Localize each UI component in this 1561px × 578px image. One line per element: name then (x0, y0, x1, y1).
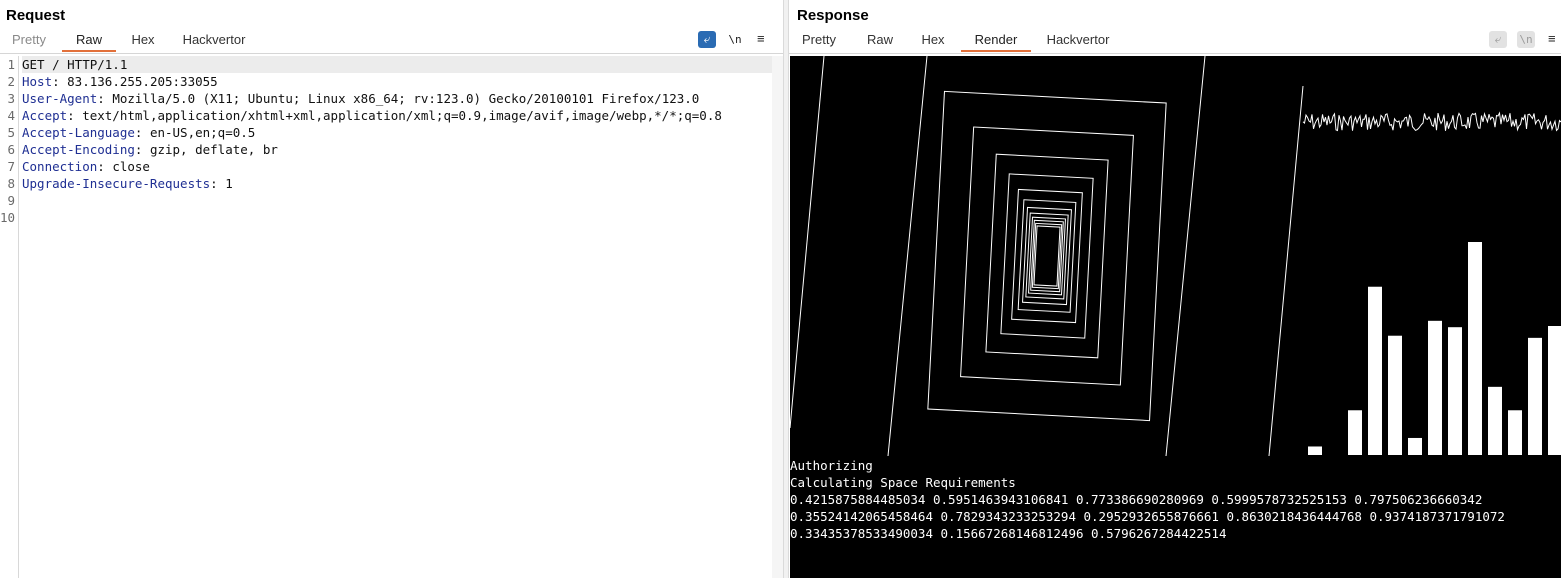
waveform-line (1302, 111, 1561, 132)
frame-line (1165, 56, 1206, 456)
tunnel-rect (985, 153, 1109, 359)
line-number: 1 (7, 57, 15, 72)
output-line: 0.4215875884485034 0.5951463943106841 0.… (790, 492, 1483, 507)
response-title: Response (797, 7, 869, 24)
bar (1448, 327, 1462, 455)
request-scrollbar[interactable] (772, 56, 783, 578)
request-title: Request (6, 7, 66, 24)
header-key: Connection (22, 159, 98, 174)
line-number: 6 (7, 142, 15, 157)
header-value: : Mozilla/5.0 (X11; Ubuntu; Linux x86_64… (97, 91, 700, 106)
header-key: Accept (22, 108, 68, 123)
line-number: 3 (7, 91, 15, 106)
bar (1368, 286, 1382, 455)
tunnel-rect (927, 90, 1167, 422)
bar (1528, 337, 1542, 455)
response-tab-hackvertor[interactable]: Hackvertor (1043, 30, 1113, 52)
header-key: Host (22, 74, 53, 89)
render-view: Authorizing Calculating Space Requiremen… (790, 56, 1561, 578)
tab-divider (789, 53, 1561, 54)
header-value: : text/html,application/xhtml+xml,applic… (67, 108, 722, 123)
header-line[interactable]: Accept: text/html,application/xhtml+xml,… (22, 107, 772, 124)
line-number-gutter: 1 2 3 4 5 6 7 8 9 10 (0, 56, 19, 578)
header-value: : 83.136.255.205:33055 (52, 74, 218, 89)
header-line[interactable]: Host: 83.136.255.205:33055 (22, 73, 772, 90)
header-line[interactable]: Upgrade-Insecure-Requests: 1 (22, 175, 772, 192)
tunnel-rect (1033, 225, 1061, 287)
bar (1408, 437, 1422, 455)
request-pane: Request Pretty Raw Hex Hackvertor ⤶ \n ≡… (0, 0, 783, 578)
output-line: 0.35524142065458464 0.7829343233253294 0… (790, 509, 1505, 524)
bar (1348, 410, 1362, 455)
output-line: Calculating Space Requirements (790, 475, 1016, 490)
line-number: 8 (7, 176, 15, 191)
header-value: : en-US,en;q=0.5 (134, 125, 256, 140)
bar (1508, 410, 1522, 455)
request-tab-pretty[interactable]: Pretty (6, 30, 52, 52)
header-line[interactable]: Connection: close (22, 158, 772, 175)
bar (1548, 326, 1561, 455)
request-line-text: GET / HTTP/1.1 (22, 57, 128, 72)
output-line: Authorizing (790, 458, 873, 473)
bar (1488, 386, 1502, 455)
frame-line (1268, 85, 1304, 456)
bar (1468, 242, 1482, 455)
output-line: 0.33435378533490034 0.15667268146812496 … (790, 526, 1227, 541)
wrap-lines-icon[interactable]: ⤶ (698, 31, 716, 48)
menu-icon[interactable]: ≡ (1548, 31, 1556, 46)
header-line[interactable]: Accept-Language: en-US,en;q=0.5 (22, 124, 772, 141)
rendered-animation-canvas (790, 56, 1561, 456)
request-editor[interactable]: GET / HTTP/1.1 Host: 83.136.255.205:3305… (22, 56, 772, 226)
line-number: 9 (7, 193, 15, 208)
header-value: : gzip, deflate, br (134, 142, 278, 157)
request-tab-hex[interactable]: Hex (124, 30, 162, 52)
request-line[interactable]: GET / HTTP/1.1 (22, 56, 772, 73)
show-newlines-button[interactable]: \n (726, 31, 744, 48)
header-line[interactable]: User-Agent: Mozilla/5.0 (X11; Ubuntu; Li… (22, 90, 772, 107)
request-tab-hackvertor[interactable]: Hackvertor (176, 30, 252, 52)
line-number: 5 (7, 125, 15, 140)
bar (1388, 335, 1402, 455)
response-tab-render[interactable]: Render (961, 30, 1031, 52)
show-newlines-button[interactable]: \n (1517, 31, 1535, 48)
header-key: Upgrade-Insecure-Requests (22, 176, 211, 191)
line-number: 2 (7, 74, 15, 89)
header-value: : 1 (210, 176, 233, 191)
bar (1428, 320, 1442, 455)
empty-line[interactable] (22, 209, 772, 226)
empty-line[interactable] (22, 192, 772, 209)
frame-line (887, 56, 928, 456)
line-number: 10 (0, 210, 16, 225)
menu-icon[interactable]: ≡ (757, 31, 765, 46)
header-key: Accept-Encoding (22, 142, 135, 157)
header-value: : close (97, 159, 150, 174)
bar (1308, 446, 1322, 455)
header-line[interactable]: Accept-Encoding: gzip, deflate, br (22, 141, 772, 158)
request-tab-raw[interactable]: Raw (62, 30, 116, 52)
response-tab-hex[interactable]: Hex (917, 30, 949, 52)
response-tab-pretty[interactable]: Pretty (797, 30, 841, 52)
wrap-lines-icon[interactable]: ⤶ (1489, 31, 1507, 48)
line-number: 4 (7, 108, 15, 123)
render-output-text: Authorizing Calculating Space Requiremen… (790, 457, 1561, 542)
line-number: 7 (7, 159, 15, 174)
response-tab-raw[interactable]: Raw (863, 30, 897, 52)
header-key: Accept-Language (22, 125, 135, 140)
frame-line (790, 56, 825, 429)
tab-divider (0, 53, 783, 54)
header-key: User-Agent (22, 91, 98, 106)
